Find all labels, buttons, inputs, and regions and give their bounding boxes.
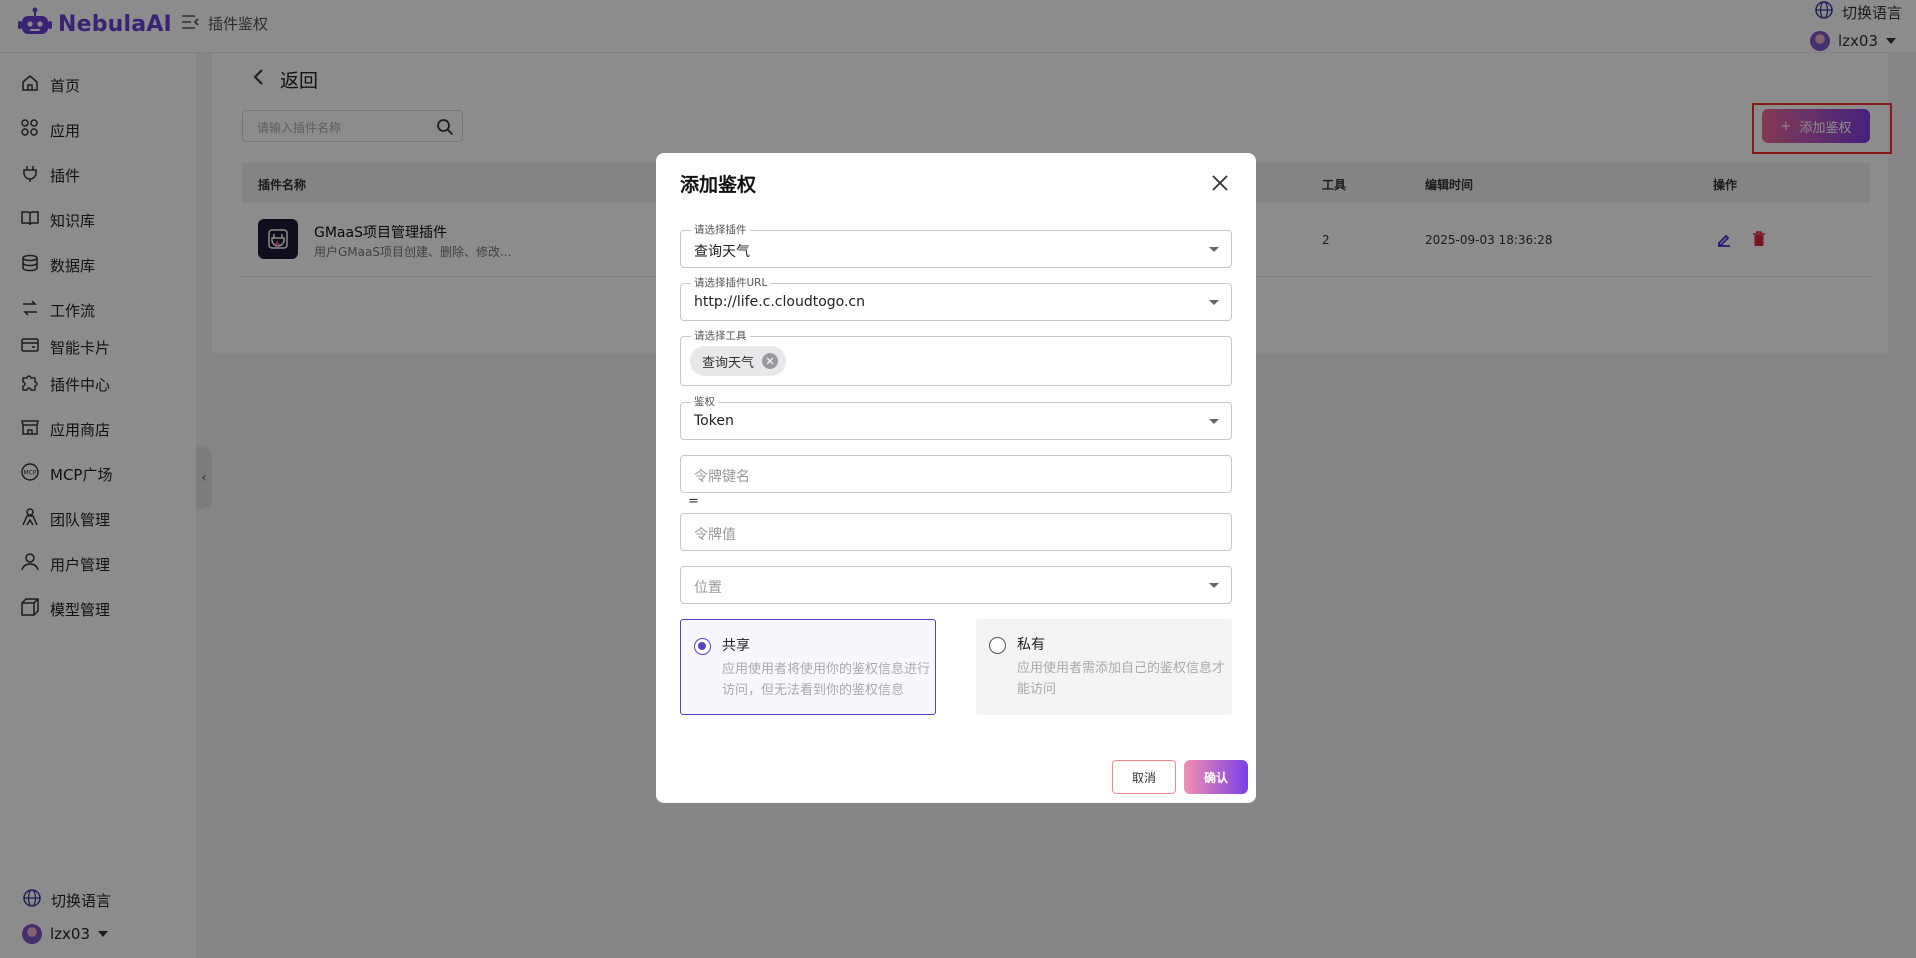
token-key-placeholder: 令牌键名 bbox=[694, 469, 750, 485]
private-description: 应用使用者需添加自己的鉴权信息才能访问 bbox=[1017, 661, 1226, 697]
shared-description: 应用使用者将使用你的鉴权信息进行访问，但无法看到你的鉴权信息 bbox=[722, 662, 931, 698]
chevron-down-icon bbox=[1209, 419, 1219, 424]
position-placeholder: 位置 bbox=[694, 580, 722, 596]
token-value-placeholder: 令牌值 bbox=[694, 527, 736, 543]
close-icon[interactable] bbox=[1212, 175, 1228, 195]
chevron-down-icon bbox=[1209, 300, 1219, 305]
confirm-button[interactable]: 确认 bbox=[1184, 760, 1248, 794]
private-option[interactable]: 私有 应用使用者需添加自己的鉴权信息才能访问 bbox=[976, 619, 1232, 715]
tool-chip-label: 查询天气 bbox=[702, 355, 755, 371]
plugin-select-value: 查询天气 bbox=[694, 244, 750, 260]
tool-select-label: 请选择工具 bbox=[691, 329, 750, 343]
token-key-input[interactable]: 令牌键名 bbox=[680, 455, 1232, 493]
dialog-title: 添加鉴权 bbox=[680, 174, 757, 196]
tool-select[interactable]: 请选择工具 查询天气 ✕ bbox=[680, 329, 1232, 386]
chip-remove-icon[interactable]: ✕ bbox=[762, 353, 779, 369]
plugin-select-label: 请选择插件 bbox=[691, 223, 750, 237]
auth-type-label: 鉴权 bbox=[691, 395, 718, 409]
shared-radio[interactable] bbox=[694, 638, 711, 655]
cancel-button[interactable]: 取消 bbox=[1112, 760, 1176, 794]
tool-chip: 查询天气 ✕ bbox=[690, 346, 787, 376]
plugin-url-value: http://life.c.cloudtogo.cn bbox=[694, 294, 866, 310]
equals-sign: = bbox=[688, 494, 699, 509]
plugin-select[interactable]: 请选择插件 查询天气 bbox=[680, 223, 1232, 268]
private-radio[interactable] bbox=[989, 637, 1006, 654]
chevron-down-icon bbox=[1209, 583, 1219, 588]
auth-type-select[interactable]: 鉴权 Token bbox=[680, 395, 1232, 440]
auth-type-value: Token bbox=[694, 413, 734, 429]
shared-title: 共享 bbox=[722, 638, 750, 654]
plugin-url-select[interactable]: 请选择插件URL http://life.c.cloudtogo.cn bbox=[680, 276, 1232, 321]
chevron-down-icon bbox=[1209, 247, 1219, 252]
position-select[interactable]: 位置 bbox=[680, 566, 1232, 604]
shared-option[interactable]: 共享 应用使用者将使用你的鉴权信息进行访问，但无法看到你的鉴权信息 bbox=[680, 619, 936, 715]
plugin-url-label: 请选择插件URL bbox=[691, 276, 771, 290]
add-auth-dialog: 添加鉴权 请选择插件 查询天气 请选择插件URL http://life.c.c… bbox=[656, 153, 1256, 803]
private-title: 私有 bbox=[1017, 637, 1045, 653]
token-value-input[interactable]: 令牌值 bbox=[680, 513, 1232, 551]
